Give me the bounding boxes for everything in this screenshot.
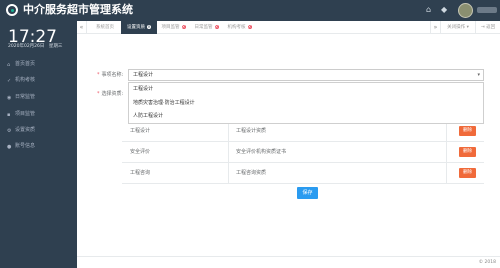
delete-button[interactable]: 删除 [459,147,476,157]
top-navbar: 中介服务超市管理系统 ⌂ ◆ [0,0,500,21]
close-ops-dropdown[interactable]: 关闭操作 ▾ [440,21,475,34]
main-content: * 事项名称: 工程设计 ▾ 工程设计 地质灾害治理·防治工程设计 人防工程设计 … [77,34,500,256]
home-icon: ⌂ [7,62,11,68]
tab-qualifications[interactable]: 设置资质 × [121,21,157,34]
back-button[interactable]: ⇥ 返回 [475,21,500,34]
gear-icon: ⚙ [7,128,12,134]
avatar[interactable] [458,3,473,18]
sidebar-item-account[interactable]: ● 账号信息 [0,139,77,155]
close-icon[interactable]: × [181,24,186,29]
user-menu[interactable] [477,7,497,13]
sidebar-item-daily[interactable]: ◉ 日常监管 [0,90,77,106]
logo-icon [6,4,18,16]
table-row: 工程设计 工程设计资质 删除 [122,121,484,142]
delete-button[interactable]: 删除 [459,126,476,136]
tab-projects[interactable]: 项目监管 × [157,21,190,34]
eye-icon: ◉ [7,95,12,101]
close-icon[interactable]: × [147,24,151,29]
dropdown-option[interactable]: 工程设计 [133,86,153,93]
date-label: 2020年02月26日 星期三 [8,44,63,49]
chevron-down-icon: ▾ [477,72,480,78]
app-title: 中介服务超市管理系统 [23,3,133,16]
sidebar-item-assessment[interactable]: ✓ 机构考核 [0,73,77,89]
bell-icon[interactable]: ◆ [441,5,447,15]
check-icon: ✓ [7,78,12,84]
field-label-qualification: * 选择资质: [97,91,124,97]
table-row: 安全评价 安全评价机构资质证书 删除 [122,142,484,163]
item-name-select[interactable]: 工程设计 ▾ [128,69,484,81]
dropdown-option[interactable]: 地质灾害治理·防治工程设计 [133,100,195,107]
tab-home[interactable]: 系统首页 [89,21,121,34]
sidebar-item-home[interactable]: ⌂ 首页首页 [0,57,77,73]
table-row: 工程咨询 工程咨询资质 删除 [122,163,484,184]
tab-bar: « 系统首页 设置资质 × 项目监管 × 日常监管 × 机构考核 × » 关闭操作 ▾ … [77,21,500,34]
copyright: © 2018 [478,260,496,265]
tab-scroll-left-button[interactable]: « [77,21,87,34]
folder-icon: ▪ [7,112,11,118]
close-icon[interactable]: × [247,24,252,29]
delete-button[interactable]: 删除 [459,168,476,178]
tab-daily[interactable]: 日常监管 × [190,21,223,34]
sidebar-item-projects[interactable]: ▪ 项目监管 [0,107,77,123]
item-name-dropdown: 工程设计 地质灾害治理·防治工程设计 人防工程设计 [128,82,484,124]
tab-assessment[interactable]: 机构考核 × [223,21,256,34]
tab-scroll-right-button[interactable]: » [430,21,440,34]
sidebar-item-qualifications[interactable]: ⚙ 设置资质 [0,123,77,139]
dropdown-option[interactable]: 人防工程设计 [133,113,163,120]
user-icon: ● [7,144,12,150]
home-icon[interactable]: ⌂ [426,5,431,15]
sidebar: 17:27 2020年02月26日 星期三 ⌂ 首页首页 ✓ 机构考核 ◉ 日常… [0,21,77,268]
footer: © 2018 [77,256,500,268]
save-button[interactable]: 保存 [297,187,318,199]
close-icon[interactable]: × [214,24,219,29]
field-label-item-name: * 事项名称: [97,72,124,78]
